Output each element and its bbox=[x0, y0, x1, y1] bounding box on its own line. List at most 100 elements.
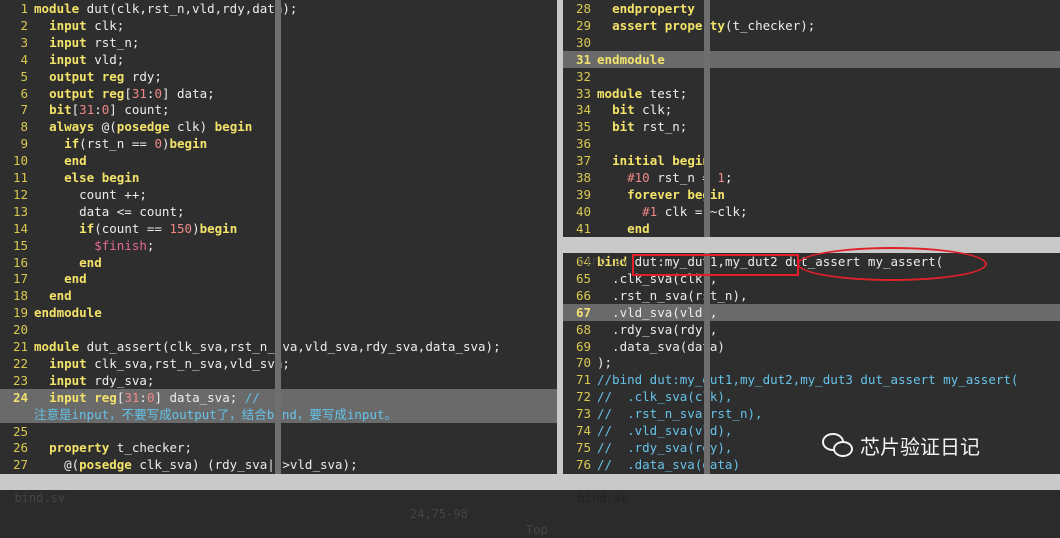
line-number: 21 bbox=[12, 339, 28, 354]
line-number: 17 bbox=[12, 271, 28, 287]
line-number: 10 bbox=[12, 153, 28, 169]
code-text: end bbox=[79, 254, 102, 270]
scroll-position: Top bbox=[526, 523, 548, 537]
line-number: 71 bbox=[575, 372, 591, 388]
line-number: 34 bbox=[575, 102, 591, 118]
code-text: input vld; bbox=[49, 51, 125, 67]
line-number: 67 bbox=[575, 304, 591, 320]
code-line[interactable]: 76 // .data_sva(data) bbox=[563, 456, 1060, 473]
code-text: #1 clk = ~clk; bbox=[642, 203, 748, 219]
color-column-marker bbox=[275, 0, 281, 474]
code-line[interactable]: 73 // .rst_n_sva(rst_n), bbox=[563, 405, 1060, 422]
code-text: end bbox=[64, 271, 87, 287]
line-number: 4 bbox=[20, 51, 28, 67]
code-text: output reg rdy; bbox=[49, 68, 162, 84]
line-number: 9 bbox=[20, 136, 28, 152]
code-text: end bbox=[627, 220, 650, 236]
line-number: 41 bbox=[575, 220, 591, 236]
code-text: data <= count; bbox=[34, 203, 185, 219]
code-line[interactable]: 32 bbox=[563, 68, 1060, 85]
status-line-left: bind.sv 24,75-98 Top bbox=[0, 474, 557, 537]
line-number: 22 bbox=[12, 355, 28, 371]
line-number: 70 bbox=[575, 355, 591, 371]
line-number: 5 bbox=[20, 68, 28, 84]
code-text: // .rdy_sva(rdy), bbox=[597, 439, 733, 455]
code-text: $finish; bbox=[94, 237, 155, 253]
line-number: 72 bbox=[575, 389, 591, 405]
code-text: module dut_assert(clk_sva,rst_n_sva,vld_… bbox=[34, 339, 501, 354]
line-number: 30 bbox=[575, 34, 591, 50]
code-line[interactable]: 72 // .clk_sva(clk), bbox=[563, 388, 1060, 405]
line-number: 25 bbox=[12, 423, 28, 439]
code-line[interactable]: 30 bbox=[563, 34, 1060, 51]
code-text: 注意是input，不要写成output了，结合bind，要写成input。 bbox=[34, 406, 398, 422]
cursor-position: 24,75-98 bbox=[410, 507, 468, 521]
code-text: input rdy_sva; bbox=[49, 372, 155, 388]
code-text: // .vld_sva(vld), bbox=[597, 423, 733, 438]
code-text: if(count == 150)begin bbox=[79, 220, 238, 236]
code-line[interactable]: 66 .rst_n_sva(rst_n), bbox=[563, 287, 1060, 304]
code-line[interactable]: 37 initial begin bbox=[563, 152, 1060, 169]
code-line[interactable]: 75 // .rdy_sva(rdy), bbox=[563, 439, 1060, 456]
code-line[interactable]: 74 // .vld_sva(vld), bbox=[563, 422, 1060, 439]
highlight-box bbox=[632, 254, 799, 276]
code-line[interactable]: 39 forever begin bbox=[563, 186, 1060, 203]
line-number: 73 bbox=[575, 406, 591, 422]
code-text: input clk_sva,rst_n_sva,vld_sva; bbox=[49, 355, 290, 371]
code-line[interactable]: 28 endproperty bbox=[563, 0, 1060, 17]
code-text: input clk; bbox=[49, 17, 125, 33]
code-line[interactable]: 40 #1 clk = ~clk; bbox=[563, 203, 1060, 220]
code-line[interactable]: 33 module test; bbox=[563, 85, 1060, 102]
code-text: .vld_sva(vld), bbox=[597, 304, 718, 320]
code-line[interactable]: 38 #10 rst_n = 1; bbox=[563, 169, 1060, 186]
code-line[interactable]: 34 bit clk; bbox=[563, 101, 1060, 118]
line-number: 8 bbox=[20, 119, 28, 135]
code-line[interactable]: 69 .data_sva(data) bbox=[563, 338, 1060, 355]
line-number: 18 bbox=[12, 288, 28, 304]
line-number: 24 bbox=[12, 389, 28, 405]
code-line[interactable]: 41 end bbox=[563, 220, 1060, 237]
code-line[interactable]: 67 .vld_sva(vld), bbox=[563, 303, 1060, 321]
code-text: module test; bbox=[597, 85, 688, 101]
code-text: //bind dut:my_dut1,my_dut2,my_dut3 dut_a… bbox=[597, 372, 1019, 388]
code-line[interactable]: 36 bbox=[563, 135, 1060, 152]
watermark: 芯片验证日记 bbox=[822, 427, 980, 463]
line-number: 12 bbox=[12, 186, 28, 202]
line-number: 1 bbox=[20, 1, 28, 16]
code-text: end bbox=[49, 288, 72, 304]
line-number: 32 bbox=[575, 68, 591, 84]
line-number: 15 bbox=[12, 237, 28, 253]
code-text: #10 rst_n = 1; bbox=[627, 170, 733, 185]
editor-pane-right-top[interactable]: 28 endproperty 29 assert property(t_check… bbox=[563, 0, 1060, 237]
line-number: 26 bbox=[12, 440, 28, 456]
code-text: count ++; bbox=[34, 186, 147, 202]
code-text: end bbox=[64, 153, 87, 169]
line-number: 75 bbox=[575, 439, 591, 455]
code-text: else begin bbox=[64, 170, 140, 185]
code-text: always @(posedge clk) begin bbox=[49, 119, 253, 135]
code-text: initial begin bbox=[612, 153, 710, 169]
line-number: 7 bbox=[20, 102, 28, 118]
editor-pane-right-bottom[interactable]: 64bind dut:my_dut1,my_dut2 dut_assert my… bbox=[563, 253, 1060, 474]
line-number: 28 bbox=[575, 1, 591, 16]
code-text: bit clk; bbox=[612, 102, 673, 118]
code-line[interactable]: 31 endmodule bbox=[563, 50, 1060, 68]
code-text: bit rst_n; bbox=[612, 119, 688, 135]
code-line[interactable]: 70); bbox=[563, 354, 1060, 371]
code-line[interactable]: 29 assert property(t_checker); bbox=[563, 17, 1060, 34]
code-text: if(rst_n == 0)begin bbox=[64, 136, 208, 152]
code-line[interactable]: 68 .rdy_sva(rdy), bbox=[563, 321, 1060, 338]
highlight-ellipse bbox=[797, 247, 987, 281]
line-number: 13 bbox=[12, 203, 28, 219]
code-text: .rst_n_sva(rst_n), bbox=[597, 287, 748, 303]
code-line[interactable]: 35 bit rst_n; bbox=[563, 118, 1060, 135]
status-line-right-top: bind.sv bbox=[563, 237, 1060, 268]
code-text: // .data_sva(data) bbox=[597, 456, 740, 472]
code-line[interactable]: 71 //bind dut:my_dut1,my_dut2,my_dut3 dut… bbox=[563, 371, 1060, 388]
code-text: module dut(clk,rst_n,vld,rdy,data); bbox=[34, 1, 298, 16]
status-filename: bind.sv bbox=[577, 491, 629, 505]
line-number: 6 bbox=[20, 85, 28, 101]
code-text: // .clk_sva(clk), bbox=[597, 389, 733, 405]
line-number: 38 bbox=[575, 170, 591, 185]
code-text: input rst_n; bbox=[49, 34, 140, 50]
